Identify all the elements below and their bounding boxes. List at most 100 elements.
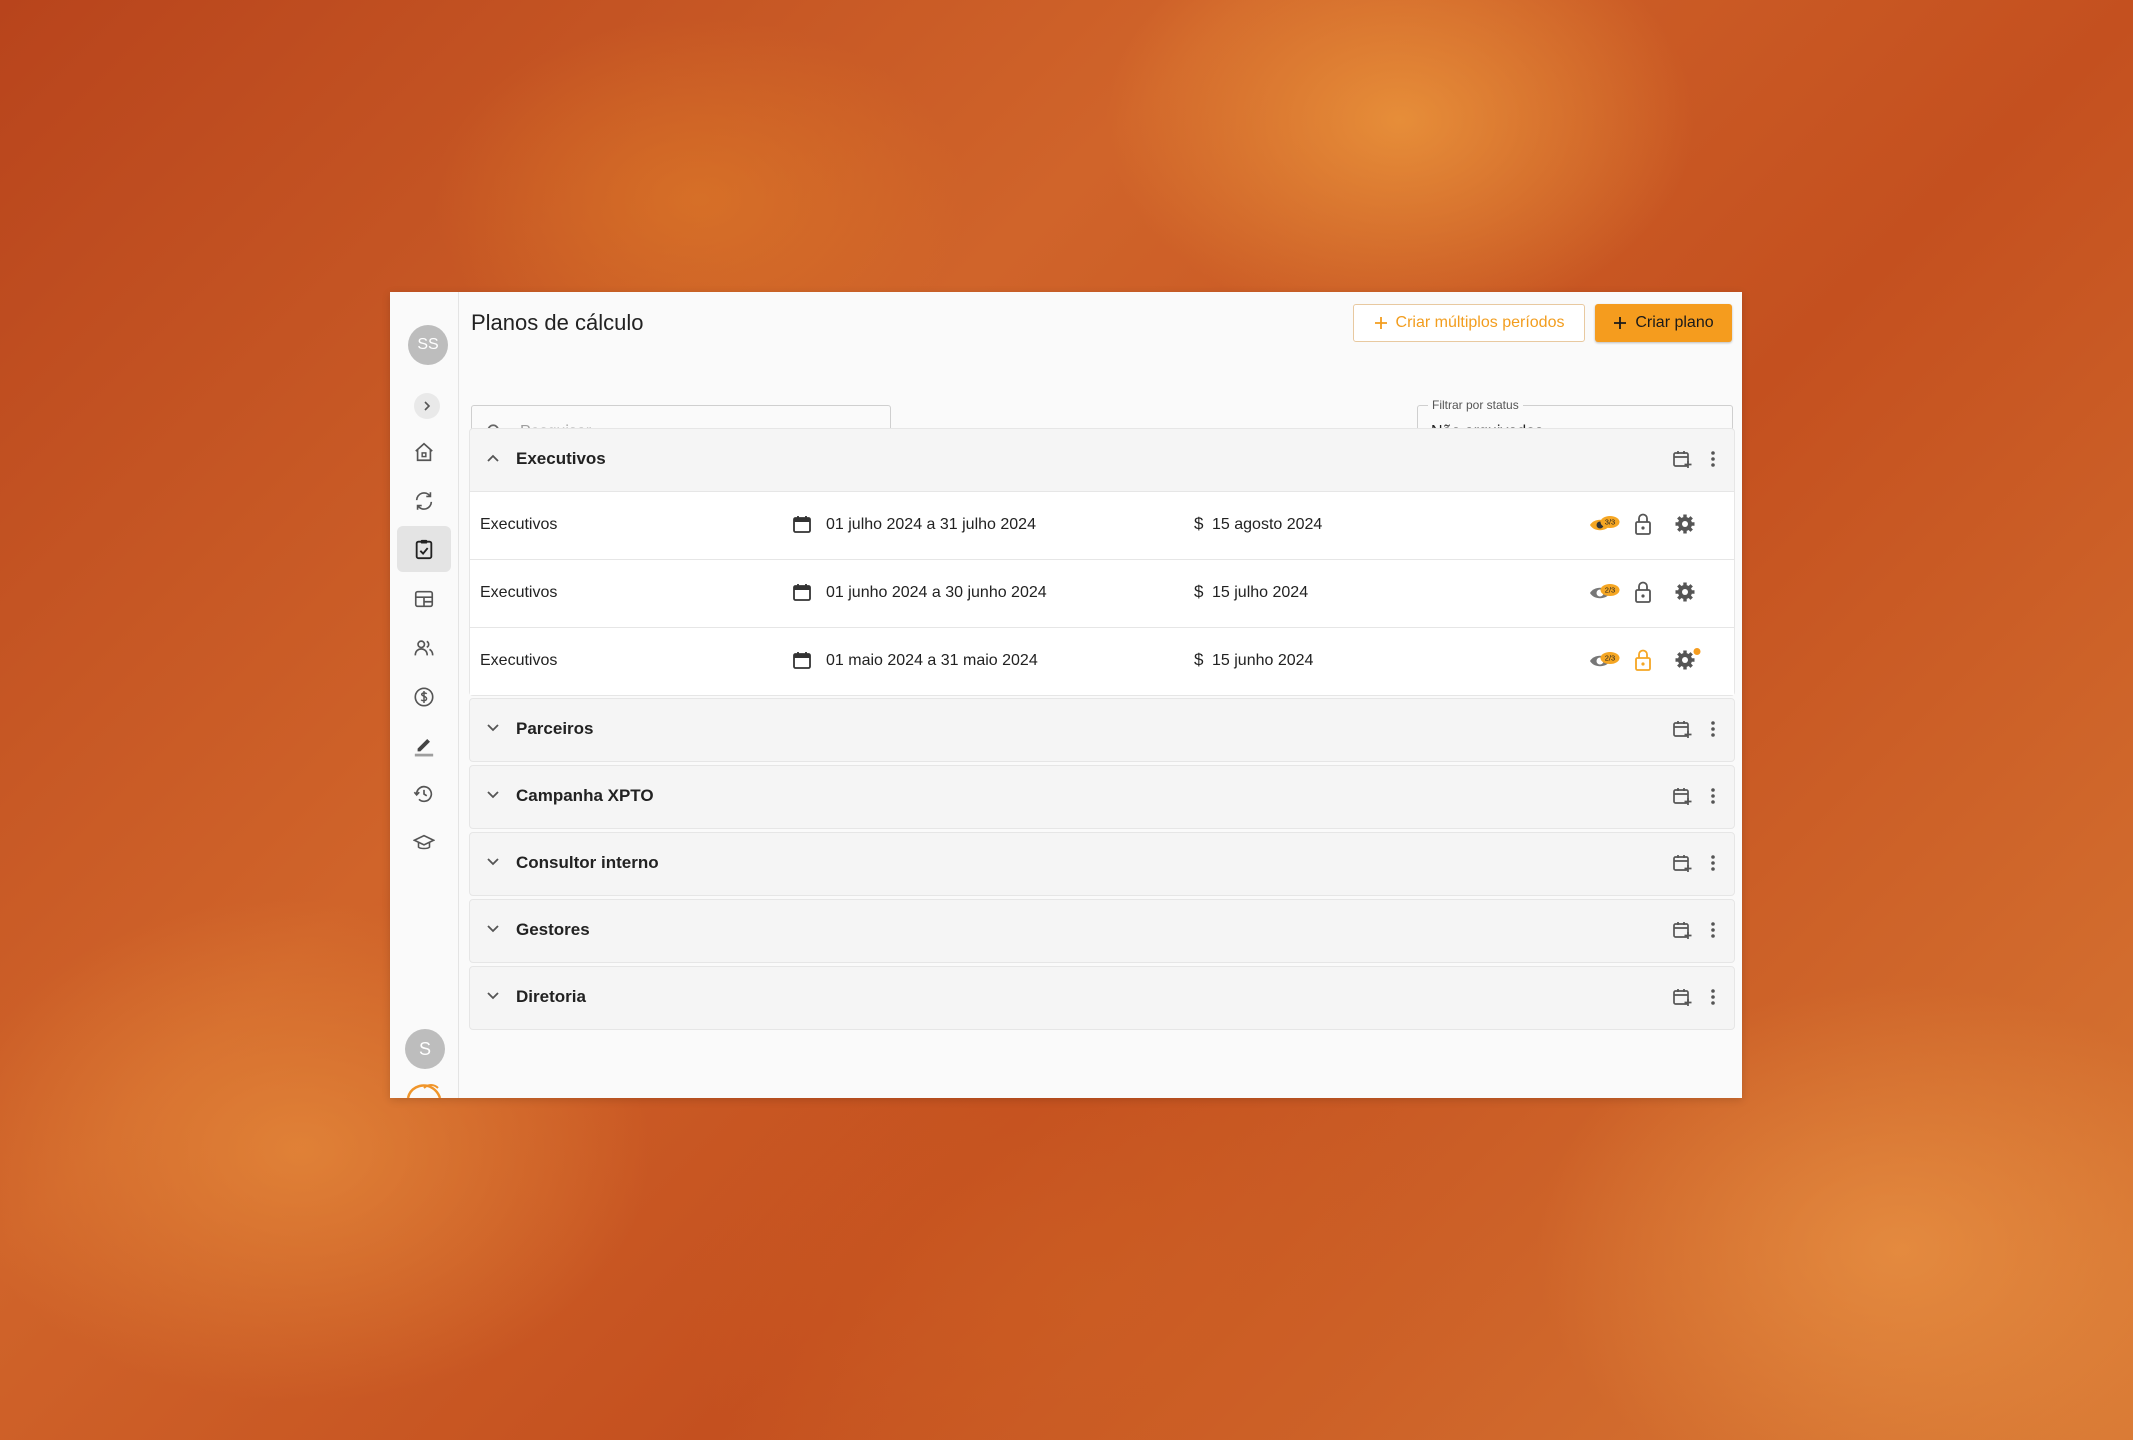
history-icon (413, 785, 433, 803)
visibility-badge-icon[interactable]: 2/3 (1588, 581, 1622, 603)
lock-icon[interactable] (1633, 580, 1653, 604)
main-content: Planos de cálculo Criar múltiplos períod… (459, 292, 1742, 1098)
nav-sync[interactable] (397, 478, 451, 524)
expand-sidebar-button[interactable] (414, 393, 440, 419)
badge-count: 2/3 (1605, 654, 1615, 663)
group-header[interactable]: Campanha XPTO (470, 766, 1734, 828)
create-multiple-periods-label: Criar múltiplos períodos (1395, 314, 1565, 331)
page-title: Planos de cálculo (471, 310, 644, 335)
calendar-add-icon[interactable] (1672, 987, 1692, 1007)
plan-period: 01 junho 2024 a 30 junho 2024 (826, 584, 1047, 601)
calendar-add-icon[interactable] (1672, 719, 1692, 739)
group-header[interactable]: Consultor interno (470, 833, 1734, 895)
plan-row[interactable]: Executivos 01 maio 2024 a 31 maio 2024 $… (470, 627, 1734, 695)
payment-date: 15 julho 2024 (1212, 584, 1309, 601)
calendar-icon (793, 516, 811, 533)
nav-dashboard[interactable] (397, 576, 451, 622)
group-title: Parceiros (516, 719, 594, 738)
currency-symbol: $ (1194, 582, 1204, 601)
plan-group-parceiros: Parceiros (469, 698, 1735, 762)
payment-date: 15 agosto 2024 (1212, 516, 1323, 533)
plan-group-diretoria: Diretoria (469, 966, 1735, 1030)
chevron-down-icon[interactable] (486, 721, 500, 735)
user-avatar[interactable]: SS (408, 325, 448, 365)
calendar-icon (793, 584, 811, 601)
calendar-add-icon[interactable] (1672, 786, 1692, 806)
account-avatar[interactable]: S (405, 1029, 445, 1069)
dollar-icon (414, 687, 434, 707)
badge-count: 3/3 (1605, 518, 1615, 527)
school-icon (413, 834, 435, 850)
plan-row[interactable]: Executivos 01 julho 2024 a 31 julho 2024… (470, 491, 1734, 559)
group-title: Executivos (516, 449, 606, 468)
edit-icon (414, 739, 434, 757)
group-title: Campanha XPTO (516, 786, 654, 805)
more-vert-icon[interactable] (1710, 988, 1716, 1006)
home-icon (415, 442, 433, 462)
create-plan-button[interactable]: Criar plano (1595, 304, 1732, 342)
plan-name: Executivos (480, 652, 558, 669)
chevron-up-icon[interactable] (486, 451, 500, 465)
settings-icon[interactable] (1673, 648, 1701, 672)
more-vert-icon[interactable] (1710, 720, 1716, 738)
calendar-add-icon[interactable] (1672, 449, 1692, 469)
plan-period: 01 maio 2024 a 31 maio 2024 (826, 652, 1038, 669)
clipboard-icon (415, 539, 433, 560)
lock-open-icon[interactable] (1633, 648, 1653, 672)
plan-period: 01 julho 2024 a 31 julho 2024 (826, 516, 1036, 533)
visibility-badge-icon[interactable]: 2/3 (1588, 649, 1622, 671)
nav-plans[interactable] (397, 526, 451, 572)
create-multiple-periods-button[interactable]: Criar múltiplos períodos (1353, 304, 1585, 342)
sidebar: SS S (390, 292, 459, 1098)
people-icon (414, 640, 434, 656)
lock-icon[interactable] (1633, 512, 1653, 536)
plus-icon (1614, 317, 1627, 329)
app-window: SS S Planos de cálculo Criar múltiplos p… (390, 292, 1742, 1098)
badge-count: 2/3 (1605, 586, 1615, 595)
more-vert-icon[interactable] (1710, 450, 1716, 468)
calendar-add-icon[interactable] (1672, 920, 1692, 940)
plan-row[interactable]: Executivos 01 junho 2024 a 30 junho 2024… (470, 559, 1734, 627)
settings-icon[interactable] (1673, 512, 1697, 536)
group-title: Diretoria (516, 987, 586, 1006)
nav-training[interactable] (397, 820, 451, 866)
create-plan-label: Criar plano (1635, 314, 1714, 331)
plan-group-consultor-interno: Consultor interno (469, 832, 1735, 896)
nav-history[interactable] (397, 771, 451, 817)
payment-date: 15 junho 2024 (1212, 652, 1314, 669)
sync-icon (415, 492, 433, 510)
chevron-down-icon[interactable] (486, 922, 500, 936)
plan-group-campanha-xpto: Campanha XPTO (469, 765, 1735, 829)
dashboard-icon (414, 590, 434, 608)
chevron-down-icon[interactable] (486, 788, 500, 802)
more-vert-icon[interactable] (1710, 787, 1716, 805)
chevron-down-icon[interactable] (486, 855, 500, 869)
more-vert-icon[interactable] (1710, 921, 1716, 939)
more-vert-icon[interactable] (1710, 854, 1716, 872)
group-title: Gestores (516, 920, 590, 939)
group-header[interactable]: Parceiros (470, 699, 1734, 761)
notification-dot-icon (1693, 648, 1701, 655)
nav-people[interactable] (397, 625, 451, 671)
logo-icon (406, 1084, 442, 1098)
group-header[interactable]: Diretoria (470, 967, 1734, 1029)
plus-icon (1374, 317, 1387, 329)
nav-finance[interactable] (397, 674, 451, 720)
calendar-add-icon[interactable] (1672, 853, 1692, 873)
plan-group-executivos: Executivos Executivos 01 julho 2024 a 31… (469, 428, 1735, 696)
group-title: Consultor interno (516, 853, 659, 872)
nav-edit[interactable] (397, 722, 451, 768)
calendar-icon (793, 652, 811, 669)
currency-symbol: $ (1194, 650, 1204, 669)
group-header[interactable]: Gestores (470, 900, 1734, 962)
currency-symbol: $ (1194, 514, 1204, 533)
plan-name: Executivos (480, 516, 558, 533)
plan-name: Executivos (480, 584, 558, 601)
status-filter-label: Filtrar por status (1428, 398, 1523, 412)
visibility-badge-icon[interactable]: 3/3 (1588, 513, 1622, 535)
nav-home[interactable] (397, 429, 451, 475)
group-header[interactable]: Executivos (470, 429, 1734, 491)
chevron-down-icon[interactable] (486, 989, 500, 1003)
settings-icon[interactable] (1673, 580, 1697, 604)
plan-group-gestores: Gestores (469, 899, 1735, 963)
